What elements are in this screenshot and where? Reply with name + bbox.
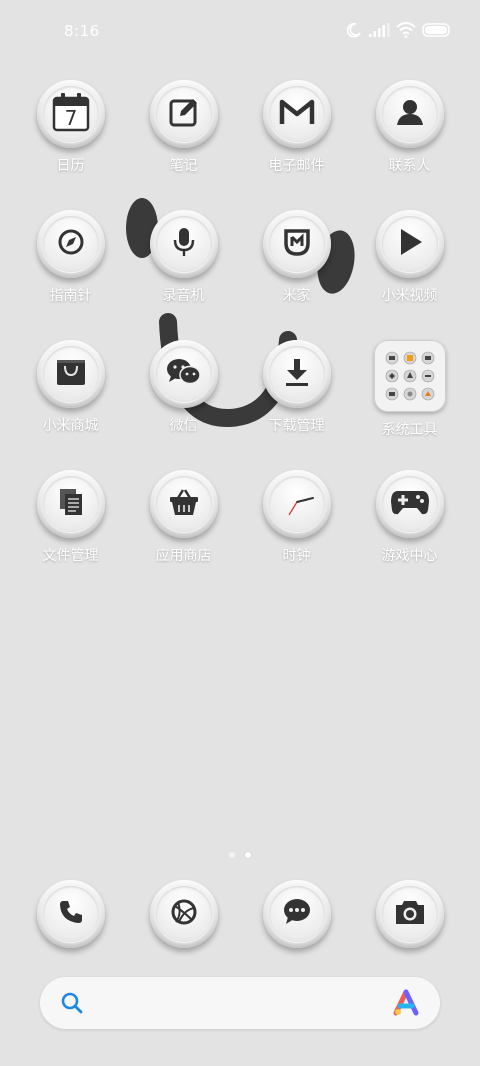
- status-icons: [346, 22, 452, 38]
- assistant-icon[interactable]: [392, 989, 420, 1021]
- video-play-icon: [396, 227, 424, 261]
- app-label: 联系人: [388, 158, 431, 174]
- app-contacts[interactable]: 联系人: [353, 80, 466, 190]
- app-label: 米家: [282, 288, 311, 304]
- shopping-bag-icon: [55, 357, 87, 391]
- app-compass[interactable]: 指南针: [14, 210, 127, 320]
- search-icon[interactable]: [60, 991, 84, 1019]
- files-icon: [56, 487, 86, 521]
- camera-icon: [394, 898, 426, 930]
- moon-icon: [346, 22, 362, 38]
- app-knob: [149, 340, 218, 408]
- wechat-icon: [166, 357, 202, 391]
- app-knob: [149, 80, 218, 148]
- mijia-icon: [282, 227, 312, 261]
- app-knob: [36, 880, 105, 948]
- app-mi-video[interactable]: 小米视频: [353, 210, 466, 320]
- app-knob: [36, 340, 105, 408]
- microphone-icon: [172, 226, 196, 262]
- app-label: 小米视频: [381, 288, 438, 304]
- app-label: 录音机: [162, 288, 205, 304]
- dock-browser[interactable]: [127, 880, 240, 990]
- app-email[interactable]: 电子邮件: [240, 80, 353, 190]
- page-indicator[interactable]: [0, 852, 480, 858]
- messages-icon: [282, 898, 312, 930]
- app-label: 时钟: [282, 548, 311, 564]
- app-file-manager[interactable]: 文件管理: [14, 470, 127, 580]
- app-knob: [262, 340, 331, 408]
- notes-icon: [169, 97, 199, 131]
- app-label: 笔记: [169, 158, 198, 174]
- app-knob: [262, 470, 331, 538]
- app-app-store[interactable]: 应用商店: [127, 470, 240, 580]
- app-label: 小米商城: [42, 418, 99, 434]
- app-label: 微信: [169, 418, 198, 434]
- app-label: 电子邮件: [268, 158, 325, 174]
- app-wechat[interactable]: 微信: [127, 340, 240, 450]
- app-knob: [36, 210, 105, 278]
- app-system-tools[interactable]: 系统工具: [353, 340, 466, 450]
- app-knob: [149, 470, 218, 538]
- app-label: 日历: [56, 158, 85, 174]
- email-icon: [279, 98, 315, 130]
- app-knob: [149, 880, 218, 948]
- page-dot[interactable]: [229, 852, 235, 858]
- clock-icon: [277, 482, 317, 526]
- app-clock[interactable]: 时钟: [240, 470, 353, 580]
- search-bar[interactable]: [40, 977, 440, 1029]
- app-label: 文件管理: [42, 548, 99, 564]
- compass-icon: [57, 228, 85, 260]
- status-time: 8:16: [64, 22, 100, 40]
- folder-icon: [373, 340, 446, 412]
- basket-icon: [169, 488, 199, 520]
- dock-messages[interactable]: [240, 880, 353, 990]
- app-calendar[interactable]: 7 日历: [14, 80, 127, 190]
- app-downloads[interactable]: 下载管理: [240, 340, 353, 450]
- browser-icon: [170, 898, 198, 930]
- calendar-icon: 7: [52, 92, 90, 136]
- app-knob: [375, 80, 444, 148]
- app-knob: [375, 210, 444, 278]
- wifi-icon: [396, 22, 416, 38]
- app-knob: [36, 470, 105, 538]
- dock-camera[interactable]: [353, 880, 466, 990]
- phone-icon: [58, 899, 84, 929]
- contacts-icon: [395, 97, 425, 131]
- status-bar: 8:16: [0, 0, 480, 62]
- dock-phone[interactable]: [14, 880, 127, 990]
- gamepad-icon: [390, 488, 430, 520]
- app-knob: [375, 880, 444, 948]
- app-label: 应用商店: [155, 548, 212, 564]
- dock: [0, 880, 480, 960]
- app-knob: [262, 880, 331, 948]
- app-knob: [149, 210, 218, 278]
- app-mijia[interactable]: 米家: [240, 210, 353, 320]
- signal-icon: [368, 23, 390, 37]
- battery-icon: [422, 23, 452, 37]
- page-dot-active[interactable]: [245, 852, 251, 858]
- download-icon: [284, 357, 310, 391]
- app-label: 指南针: [49, 288, 92, 304]
- app-knob: [262, 210, 331, 278]
- app-mi-store[interactable]: 小米商城: [14, 340, 127, 450]
- app-recorder[interactable]: 录音机: [127, 210, 240, 320]
- app-game-center[interactable]: 游戏中心: [353, 470, 466, 580]
- calendar-day: 7: [64, 106, 77, 130]
- app-knob: [375, 470, 444, 538]
- app-label: 下载管理: [268, 418, 325, 434]
- app-label: 游戏中心: [381, 548, 438, 564]
- app-notes[interactable]: 笔记: [127, 80, 240, 190]
- app-knob: 7: [36, 80, 105, 148]
- app-label: 系统工具: [381, 422, 438, 438]
- app-knob: [262, 80, 331, 148]
